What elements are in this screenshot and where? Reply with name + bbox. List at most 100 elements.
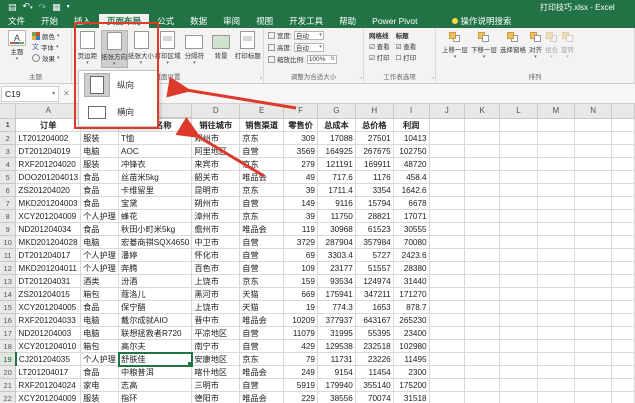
cell-F18[interactable]: 429 <box>283 339 318 353</box>
cell-A18[interactable]: XCY201204010 <box>15 339 82 353</box>
cell-M5[interactable] <box>537 170 576 184</box>
cell-M6[interactable] <box>537 183 576 197</box>
cell-L15[interactable] <box>499 300 538 314</box>
cell-D16[interactable]: 晋中市 <box>191 313 241 327</box>
cell-B4[interactable]: 服装 <box>80 157 120 171</box>
cell-C12[interactable]: 奔腾 <box>118 261 193 275</box>
cell-H8[interactable]: 28821 <box>355 209 394 223</box>
cell-G9[interactable]: 30968 <box>317 222 356 236</box>
cell-K21[interactable] <box>464 378 501 392</box>
cell-H6[interactable]: 3354 <box>355 183 394 197</box>
cell-I21[interactable]: 175200 <box>393 378 430 392</box>
cell-D2[interactable]: 郑州市 <box>191 131 241 145</box>
themes-button[interactable]: A 主题 ▾ <box>2 30 32 62</box>
cell-B14[interactable]: 箱包 <box>80 287 120 301</box>
cell-H9[interactable]: 61523 <box>355 222 394 236</box>
cell-F6[interactable]: 39 <box>283 183 318 197</box>
cell-C19[interactable]: 舒肤佳 <box>117 351 193 367</box>
cell-N5[interactable] <box>574 170 613 184</box>
cell-N12[interactable] <box>574 261 613 275</box>
cancel-icon[interactable]: ✕ <box>59 89 74 98</box>
cell-B15[interactable]: 食品 <box>80 300 120 314</box>
cell-K3[interactable] <box>464 144 501 158</box>
cell-E18[interactable]: 自营 <box>239 339 285 353</box>
cell-G6[interactable]: 1711.4 <box>317 183 356 197</box>
align-button[interactable]: 对齐 ▾ <box>529 30 542 60</box>
cell-L6[interactable] <box>499 183 538 197</box>
cell-L2[interactable] <box>499 131 538 145</box>
tab-视图[interactable]: 视图 <box>248 14 281 28</box>
row-header-1[interactable]: 1 <box>0 118 17 132</box>
header-cell[interactable]: 零售价 <box>283 118 318 132</box>
row-header-19[interactable]: 19 <box>0 352 17 366</box>
cell-H13[interactable]: 124974 <box>355 274 394 288</box>
cell-I5[interactable]: 458.4 <box>393 170 430 184</box>
row-header-7[interactable]: 7 <box>0 196 17 210</box>
cell-C17[interactable]: 联想拯救者R720 <box>118 326 193 340</box>
cell-K16[interactable] <box>464 313 501 327</box>
cell-L9[interactable] <box>499 222 538 236</box>
cell-D7[interactable]: 朔州市 <box>191 196 241 210</box>
cell-M13[interactable] <box>537 274 576 288</box>
cell-I18[interactable]: 102980 <box>393 339 430 353</box>
scale-dialog-launcher[interactable]: ⌟ <box>359 73 362 82</box>
cell-K6[interactable] <box>464 183 501 197</box>
paper-size-button[interactable]: 纸张大小 ▾ <box>128 30 155 66</box>
cell-G18[interactable]: 129538 <box>317 339 356 353</box>
cell-C14[interactable]: 蔻洛儿 <box>118 287 193 301</box>
cell-A9[interactable]: ND201204034 <box>15 222 82 236</box>
cell-G21[interactable]: 179940 <box>317 378 356 392</box>
cell-L19[interactable] <box>499 352 538 366</box>
cell-K19[interactable] <box>464 352 501 366</box>
cell-D6[interactable]: 昆明市 <box>191 183 241 197</box>
cell-D20[interactable]: 喀什地区 <box>191 365 241 379</box>
cell-E7[interactable]: 自营 <box>239 196 285 210</box>
cell-L22[interactable] <box>499 391 538 403</box>
cell-A4[interactable]: RXF201204020 <box>15 157 82 171</box>
header-cell[interactable] <box>499 118 538 132</box>
cell-N15[interactable] <box>574 300 613 314</box>
cell-M22[interactable] <box>537 391 576 403</box>
cell-D5[interactable]: 韶关市 <box>191 170 241 184</box>
cell-D17[interactable]: 平凉地区 <box>191 326 241 340</box>
cell-N3[interactable] <box>574 144 613 158</box>
cell-G22[interactable]: 38556 <box>317 391 356 403</box>
cell-N13[interactable] <box>574 274 613 288</box>
cell-A6[interactable]: ZS201204020 <box>15 183 82 197</box>
cell-D4[interactable]: 来宾市 <box>191 157 241 171</box>
cell-M7[interactable] <box>537 196 576 210</box>
cell-F4[interactable]: 279 <box>283 157 318 171</box>
cell-F17[interactable]: 11079 <box>283 326 318 340</box>
cell-N17[interactable] <box>574 326 613 340</box>
cell-F13[interactable]: 159 <box>283 274 318 288</box>
cell-E2[interactable]: 京东 <box>239 131 285 145</box>
save-icon[interactable]: ▤ <box>8 2 17 12</box>
cell-L12[interactable] <box>499 261 538 275</box>
menu-item-landscape[interactable]: 横向 <box>79 99 157 127</box>
cell-D10[interactable]: 中卫市 <box>191 235 241 249</box>
cell-C15[interactable]: 保宁醋 <box>118 300 193 314</box>
bring-forward-button[interactable]: 上移一层 ▾ <box>442 30 468 60</box>
cell-E22[interactable]: 唯品会 <box>239 391 285 403</box>
cell-D8[interactable]: 漳州市 <box>191 209 241 223</box>
cell-B11[interactable]: 个人护理 <box>80 248 120 262</box>
cell-A13[interactable]: DT201204031 <box>15 274 82 288</box>
cell-N2[interactable] <box>574 131 613 145</box>
row-header-2[interactable]: 2 <box>0 131 17 145</box>
cell-N11[interactable] <box>574 248 613 262</box>
cell-B13[interactable]: 酒类 <box>80 274 120 288</box>
cell-N16[interactable] <box>574 313 613 327</box>
cell-K12[interactable] <box>464 261 501 275</box>
cell-I4[interactable]: 48720 <box>393 157 430 171</box>
header-cell[interactable] <box>574 118 613 132</box>
cell-E13[interactable]: 京东 <box>239 274 285 288</box>
cell-H16[interactable]: 643167 <box>355 313 394 327</box>
cell-E6[interactable]: 京东 <box>239 183 285 197</box>
cell-B8[interactable]: 个人护理 <box>80 209 120 223</box>
cell-K4[interactable] <box>464 157 501 171</box>
cell-B6[interactable]: 食品 <box>80 183 120 197</box>
cell-G16[interactable]: 377937 <box>317 313 356 327</box>
cell-K5[interactable] <box>464 170 501 184</box>
cell-C4[interactable]: 冲锋衣 <box>118 157 193 171</box>
cell-F10[interactable]: 3729 <box>283 235 318 249</box>
